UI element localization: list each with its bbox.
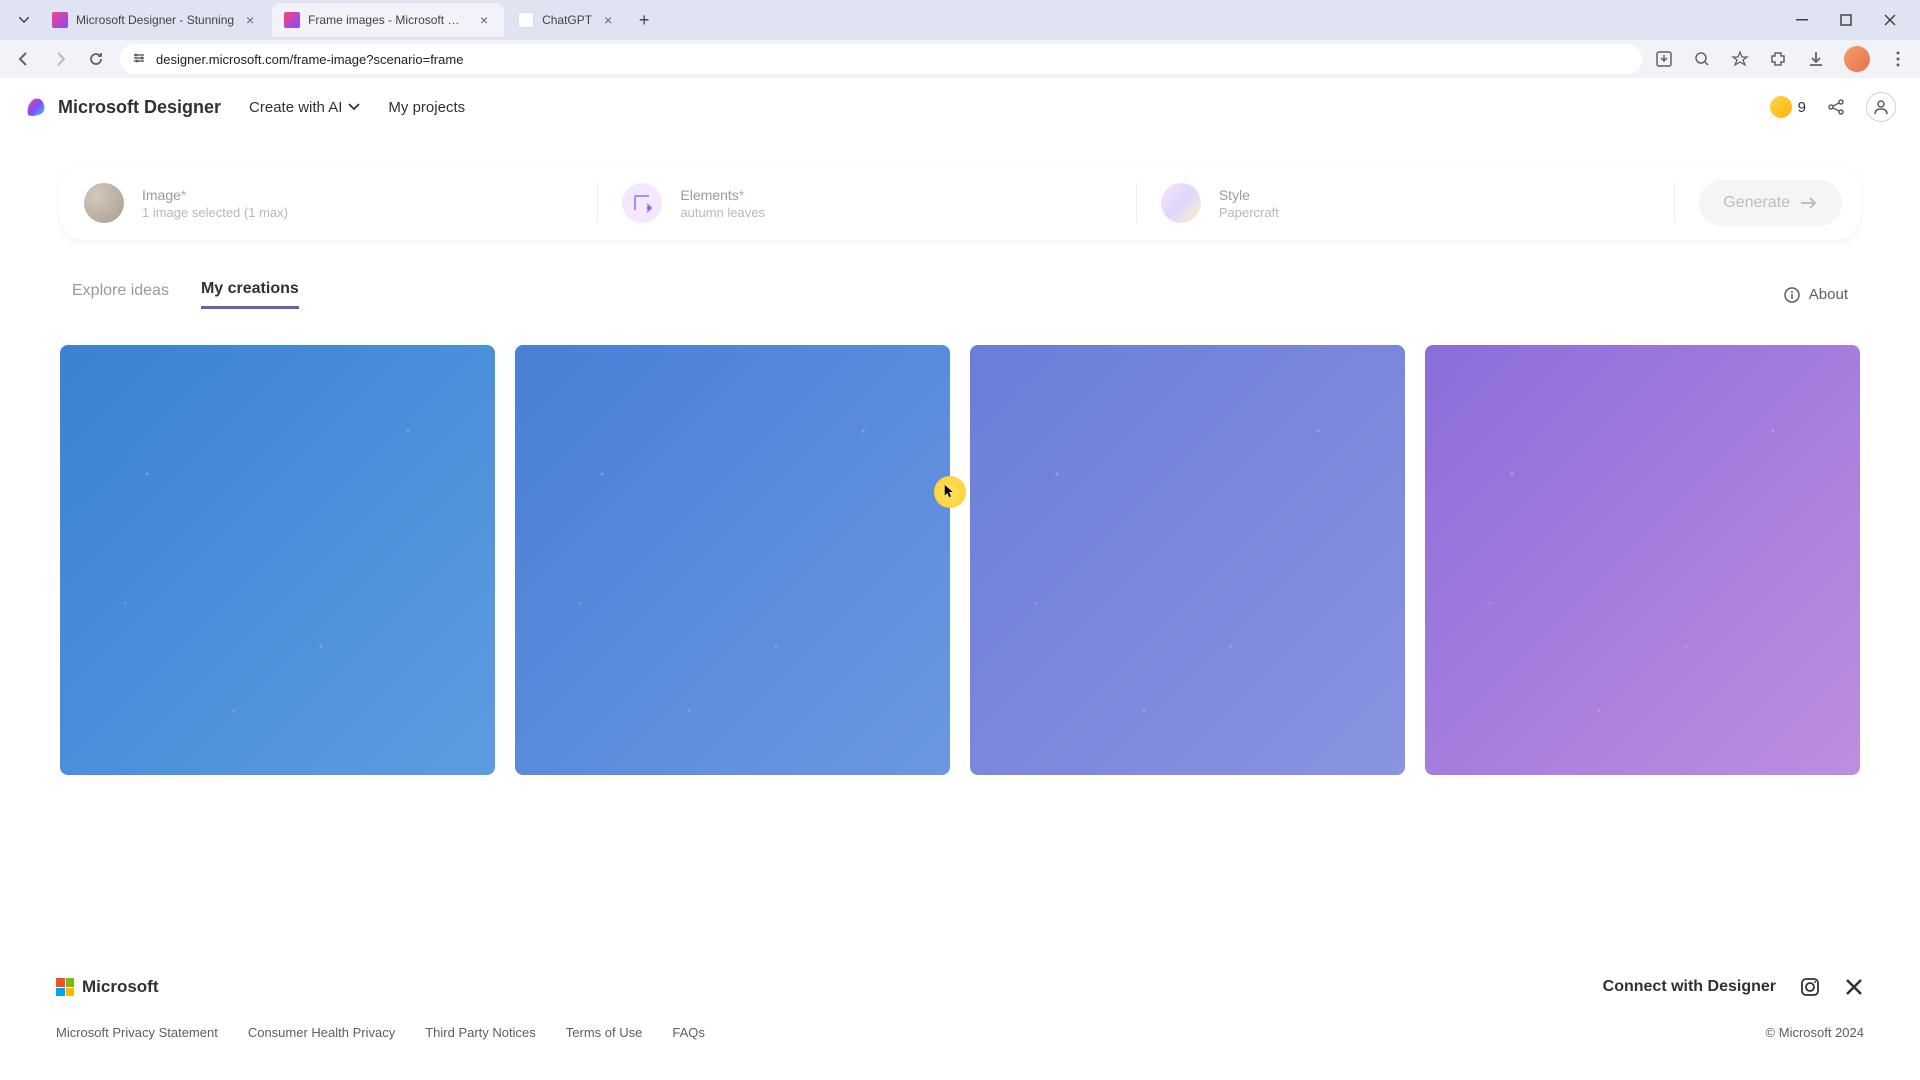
tab-title: Microsoft Designer - Stunning (76, 13, 234, 27)
url-text: designer.microsoft.com/frame-image?scena… (156, 52, 463, 67)
microsoft-brand[interactable]: Microsoft (56, 977, 159, 997)
browser-tab-active[interactable]: Frame images - Microsoft Desi × (272, 3, 504, 37)
account-icon[interactable] (1866, 92, 1896, 122)
browser-toolbar: designer.microsoft.com/frame-image?scena… (0, 40, 1920, 78)
creation-card[interactable] (515, 345, 950, 775)
extensions-icon[interactable] (1768, 49, 1788, 69)
my-projects-link[interactable]: My projects (388, 99, 465, 116)
image-input-title: Image* (142, 187, 288, 203)
tab-search-dropdown[interactable] (16, 12, 32, 28)
forward-button[interactable] (48, 47, 72, 71)
footer-link[interactable]: FAQs (672, 1025, 705, 1040)
creation-card[interactable] (970, 345, 1405, 775)
browser-titlebar: Microsoft Designer - Stunning × Frame im… (0, 0, 1920, 40)
microsoft-logo-icon (56, 978, 74, 996)
credits-count: 9 (1798, 99, 1806, 116)
menu-icon[interactable] (1888, 49, 1908, 69)
footer-link[interactable]: Third Party Notices (425, 1025, 536, 1040)
copyright-text: © Microsoft 2024 (1766, 1025, 1864, 1040)
window-controls (1792, 10, 1912, 30)
creations-grid (0, 309, 1920, 775)
generate-button[interactable]: Generate (1699, 180, 1842, 226)
create-with-ai-menu[interactable]: Create with AI (249, 99, 360, 116)
reload-button[interactable] (84, 47, 108, 71)
designer-logo-icon (24, 95, 48, 119)
elements-input-section[interactable]: Elements* autumn leaves (622, 183, 1136, 223)
brand-title[interactable]: Microsoft Designer (58, 97, 221, 118)
minimize-icon[interactable] (1792, 10, 1812, 30)
chevron-down-icon (348, 103, 360, 111)
connect-label: Connect with Designer (1603, 978, 1776, 996)
close-icon[interactable]: × (242, 12, 258, 28)
close-icon[interactable]: × (600, 12, 616, 28)
favicon (52, 12, 68, 28)
browser-tab[interactable]: Microsoft Designer - Stunning × (40, 3, 270, 37)
image-input-subtitle: 1 image selected (1 max) (142, 205, 288, 220)
style-thumbnail (1161, 183, 1201, 223)
elements-input-title: Elements* (680, 187, 765, 203)
bookmark-icon[interactable] (1730, 49, 1750, 69)
footer-link[interactable]: Terms of Use (566, 1025, 643, 1040)
browser-tab[interactable]: ChatGPT × (506, 3, 628, 37)
style-input-section[interactable]: Style Papercraft (1161, 183, 1675, 223)
elements-input-subtitle: autumn leaves (680, 205, 765, 220)
back-button[interactable] (12, 47, 36, 71)
page-footer: Microsoft Connect with Designer Microsof… (0, 957, 1920, 1080)
close-icon[interactable]: × (476, 12, 492, 28)
share-icon[interactable] (1826, 97, 1846, 117)
tab-explore-ideas[interactable]: Explore ideas (72, 282, 169, 308)
about-link[interactable]: About (1783, 286, 1848, 304)
coin-icon (1770, 96, 1792, 118)
favicon (518, 12, 534, 28)
site-settings-icon[interactable] (132, 51, 148, 67)
close-window-icon[interactable] (1880, 10, 1900, 30)
footer-link[interactable]: Microsoft Privacy Statement (56, 1025, 218, 1040)
style-input-title: Style (1219, 187, 1279, 203)
tab-title: ChatGPT (542, 13, 592, 27)
creation-card[interactable] (1425, 345, 1860, 775)
info-icon (1783, 286, 1801, 304)
zoom-icon[interactable] (1692, 49, 1712, 69)
image-input-section[interactable]: Image* 1 image selected (1 max) (84, 183, 598, 223)
credits-badge[interactable]: 9 (1770, 96, 1806, 118)
x-twitter-icon[interactable] (1844, 977, 1864, 997)
new-tab-button[interactable]: + (630, 6, 658, 34)
page-content: Microsoft Designer Create with AI My pro… (0, 78, 1920, 1080)
downloads-icon[interactable] (1806, 49, 1826, 69)
install-icon[interactable] (1654, 49, 1674, 69)
address-bar[interactable]: designer.microsoft.com/frame-image?scena… (120, 44, 1642, 74)
favicon (284, 12, 300, 28)
image-thumbnail (84, 183, 124, 223)
tab-my-creations[interactable]: My creations (201, 280, 299, 309)
instagram-icon[interactable] (1800, 977, 1820, 997)
generation-input-bar: Image* 1 image selected (1 max) Elements… (60, 166, 1860, 240)
footer-link[interactable]: Consumer Health Privacy (248, 1025, 395, 1040)
maximize-icon[interactable] (1836, 10, 1856, 30)
creation-card[interactable] (60, 345, 495, 775)
content-tabs: Explore ideas My creations About (0, 240, 1920, 309)
elements-icon (622, 183, 662, 223)
app-header: Microsoft Designer Create with AI My pro… (0, 78, 1920, 136)
tab-title: Frame images - Microsoft Desi (308, 13, 468, 27)
arrow-right-icon (1800, 196, 1818, 210)
style-input-subtitle: Papercraft (1219, 205, 1279, 220)
profile-avatar[interactable] (1844, 46, 1870, 72)
